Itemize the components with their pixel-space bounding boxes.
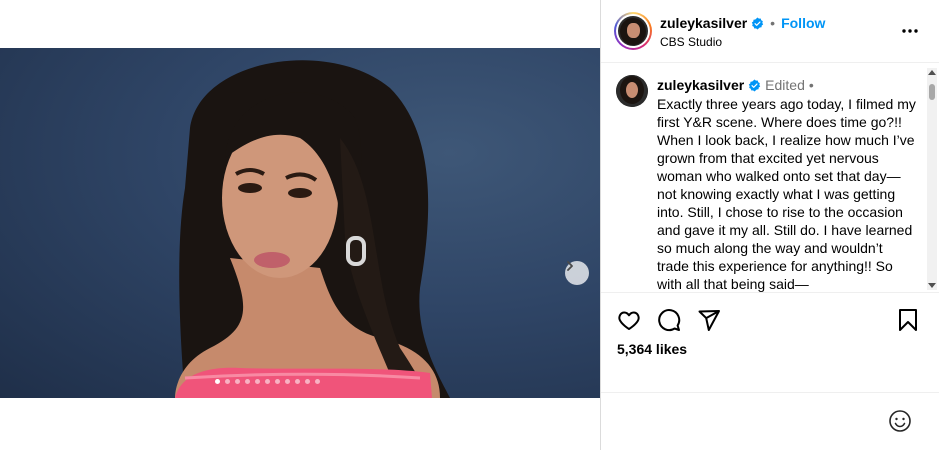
post-photo[interactable] (0, 48, 600, 398)
follow-button[interactable]: Follow (781, 15, 825, 31)
chevron-right-icon (567, 261, 573, 271)
bookmark-icon[interactable] (897, 308, 919, 332)
verified-badge-icon (751, 17, 764, 29)
carousel-dot (255, 379, 260, 384)
edited-separator: • (808, 77, 814, 93)
likes-count[interactable]: 5,364 likes (617, 341, 687, 357)
caption-scrollbar[interactable] (927, 68, 937, 290)
caption-avatar[interactable] (616, 75, 648, 107)
post-header: zuleykasilver • Follow CBS Studio (601, 0, 939, 63)
username-link[interactable]: zuleykasilver (660, 15, 747, 31)
carousel-dot (315, 379, 320, 384)
edited-label: Edited (765, 77, 805, 93)
scroll-down-arrow-icon[interactable] (928, 283, 936, 288)
carousel-dot (295, 379, 300, 384)
carousel-dots (215, 379, 320, 384)
carousel-next-button[interactable] (565, 261, 589, 285)
caption-section: zuleykasilver Edited • Exactly three yea… (601, 64, 939, 293)
avatar[interactable] (614, 12, 652, 50)
scroll-up-arrow-icon[interactable] (928, 70, 936, 75)
comment-bar (601, 392, 939, 450)
post-side-panel: zuleykasilver • Follow CBS Studio zuleyk… (601, 0, 939, 450)
carousel-dot (225, 379, 230, 384)
carousel-dot (305, 379, 310, 384)
more-options-icon[interactable] (901, 22, 919, 40)
caption-text: Exactly three years ago today, I filmed … (657, 96, 916, 292)
carousel-dot (215, 379, 220, 384)
emoji-icon[interactable] (888, 409, 912, 433)
carousel-dot (265, 379, 270, 384)
carousel-dot (245, 379, 250, 384)
caption-username[interactable]: zuleykasilver (657, 77, 744, 93)
verified-badge-icon (748, 79, 761, 91)
header-username-row: zuleykasilver • Follow (660, 15, 825, 31)
carousel-dot (275, 379, 280, 384)
post-actions-bar (601, 303, 939, 337)
portrait-illustration (175, 60, 450, 398)
heart-icon[interactable] (617, 308, 641, 332)
comment-icon[interactable] (657, 308, 681, 332)
location-link[interactable]: CBS Studio (660, 35, 722, 49)
caption-header: zuleykasilver Edited • (657, 77, 814, 93)
scrollbar-thumb[interactable] (929, 84, 935, 100)
separator-dot: • (770, 15, 776, 31)
carousel-dot (285, 379, 290, 384)
carousel-dot (235, 379, 240, 384)
share-icon[interactable] (697, 308, 721, 332)
